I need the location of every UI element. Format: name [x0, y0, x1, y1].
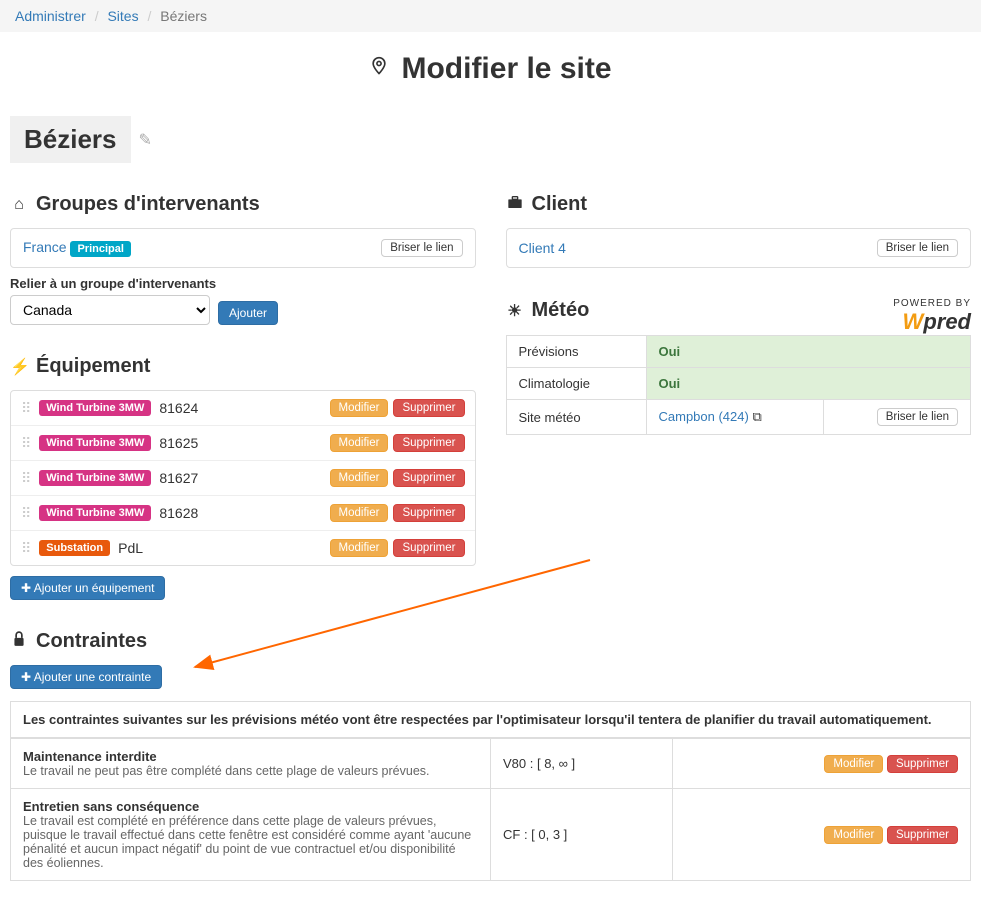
- client-title: Client: [532, 193, 588, 216]
- meteo-climate-label: Climatologie: [506, 368, 646, 400]
- constraint-desc: Le travail ne peut pas être complété dan…: [23, 764, 478, 778]
- plus-icon: ✚: [21, 670, 34, 684]
- groups-title: Groupes d'intervenants: [36, 193, 260, 216]
- add-constraint-button[interactable]: ✚ Ajouter une contrainte: [10, 665, 162, 689]
- page-title-text: Modifier le site: [401, 52, 611, 86]
- constraint-range: V80 : [ 8, ∞ ]: [491, 739, 673, 789]
- group-link[interactable]: France: [23, 239, 67, 255]
- site-name: Béziers: [10, 116, 131, 163]
- breadcrumb-admin[interactable]: Administrer: [15, 8, 86, 24]
- equipment-modify-button[interactable]: Modifier: [330, 539, 389, 557]
- equipment-row: ⠿ Wind Turbine 3MW 81627 ModifierSupprimer: [11, 461, 475, 496]
- equipment-type-badge: Substation: [39, 540, 110, 556]
- sun-icon: ☀: [506, 301, 524, 321]
- constraint-row: Entretien sans conséquenceLe travail est…: [11, 789, 971, 881]
- constraint-name: Maintenance interdite: [23, 749, 478, 764]
- equipment-code: 81627: [159, 470, 198, 486]
- meteo-site-label: Site météo: [506, 400, 646, 435]
- map-pin-icon: [369, 55, 389, 83]
- groups-section: ⌂ Groupes d'intervenants France Principa…: [10, 193, 476, 325]
- client-item: Client 4 Briser le lien: [506, 228, 972, 268]
- meteo-section: ☀ Météo POWERED BY Wpred Prévisions Oui …: [506, 298, 972, 435]
- powered-by: POWERED BY Wpred: [893, 298, 971, 335]
- equipment-code: 81624: [159, 400, 198, 416]
- group-add-button[interactable]: Ajouter: [218, 301, 278, 325]
- drag-handle-icon[interactable]: ⠿: [21, 505, 31, 522]
- drag-handle-icon[interactable]: ⠿: [21, 435, 31, 452]
- add-equipment-button[interactable]: ✚ Ajouter un équipement: [10, 576, 165, 600]
- external-link-icon: ⧉: [752, 409, 761, 424]
- equipment-row: ⠿ Substation PdL ModifierSupprimer: [11, 531, 475, 565]
- equipment-type-badge: Wind Turbine 3MW: [39, 470, 151, 486]
- constraints-description: Les contraintes suivantes sur les prévis…: [10, 701, 971, 738]
- meteo-forecast-label: Prévisions: [506, 336, 646, 368]
- equipment-type-badge: Wind Turbine 3MW: [39, 435, 151, 451]
- group-item: France Principal Briser le lien: [10, 228, 476, 268]
- meteo-unlink-button[interactable]: Briser le lien: [877, 408, 958, 426]
- constraint-desc: Le travail est complété en préférence da…: [23, 814, 478, 870]
- drag-handle-icon[interactable]: ⠿: [21, 540, 31, 557]
- group-select[interactable]: Canada: [10, 295, 210, 325]
- plus-icon: ✚: [21, 581, 34, 595]
- group-link-label: Relier à un groupe d'intervenants: [10, 276, 476, 291]
- meteo-climate-value: Oui: [646, 368, 971, 400]
- equipment-delete-button[interactable]: Supprimer: [393, 539, 464, 557]
- equipment-section: ⚡ Équipement ⠿ Wind Turbine 3MW 81624 Modif…: [10, 355, 476, 600]
- constraint-modify-button[interactable]: Modifier: [824, 826, 883, 844]
- meteo-site-link[interactable]: Campbon (424): [659, 409, 749, 424]
- client-link[interactable]: Client 4: [519, 240, 566, 256]
- equipment-delete-button[interactable]: Supprimer: [393, 399, 464, 417]
- equipment-code: 81628: [159, 505, 198, 521]
- equipment-delete-button[interactable]: Supprimer: [393, 469, 464, 487]
- constraints-title: Contraintes: [36, 630, 147, 653]
- constraint-delete-button[interactable]: Supprimer: [887, 755, 958, 773]
- drag-handle-icon[interactable]: ⠿: [21, 400, 31, 417]
- equipment-title: Équipement: [36, 355, 150, 378]
- client-section: Client Client 4 Briser le lien: [506, 193, 972, 268]
- constraint-range: CF : [ 0, 3 ]: [491, 789, 673, 881]
- equipment-row: ⠿ Wind Turbine 3MW 81624 ModifierSupprimer: [11, 391, 475, 426]
- equipment-modify-button[interactable]: Modifier: [330, 399, 389, 417]
- constraint-delete-button[interactable]: Supprimer: [887, 826, 958, 844]
- equipment-row: ⠿ Wind Turbine 3MW 81628 ModifierSupprimer: [11, 496, 475, 531]
- equipment-row: ⠿ Wind Turbine 3MW 81625 ModifierSupprimer: [11, 426, 475, 461]
- briefcase-icon: [506, 195, 524, 214]
- bolt-icon: ⚡: [10, 357, 28, 377]
- meteo-forecast-value: Oui: [646, 336, 971, 368]
- constraint-modify-button[interactable]: Modifier: [824, 755, 883, 773]
- edit-icon[interactable]: ✎: [139, 130, 152, 150]
- page-title: Modifier le site: [0, 52, 981, 86]
- group-badge: Principal: [70, 241, 130, 257]
- drag-handle-icon[interactable]: ⠿: [21, 470, 31, 487]
- equipment-code: 81625: [159, 435, 198, 451]
- group-unlink-button[interactable]: Briser le lien: [381, 239, 462, 257]
- equipment-delete-button[interactable]: Supprimer: [393, 504, 464, 522]
- breadcrumb-sites[interactable]: Sites: [107, 8, 138, 24]
- lock-icon: [10, 631, 28, 652]
- client-unlink-button[interactable]: Briser le lien: [877, 239, 958, 257]
- equipment-modify-button[interactable]: Modifier: [330, 504, 389, 522]
- breadcrumb-sep: /: [147, 8, 151, 24]
- meteo-title: Météo: [532, 299, 590, 322]
- equipment-modify-button[interactable]: Modifier: [330, 469, 389, 487]
- constraint-name: Entretien sans conséquence: [23, 799, 478, 814]
- equipment-code: PdL: [118, 540, 143, 556]
- breadcrumb: Administrer / Sites / Béziers: [0, 0, 981, 32]
- equipment-delete-button[interactable]: Supprimer: [393, 434, 464, 452]
- constraint-row: Maintenance interditeLe travail ne peut …: [11, 739, 971, 789]
- equipment-type-badge: Wind Turbine 3MW: [39, 400, 151, 416]
- constraints-section: Contraintes ✚ Ajouter une contrainte Les…: [0, 630, 981, 881]
- breadcrumb-sep: /: [95, 8, 99, 24]
- home-icon: ⌂: [10, 196, 28, 214]
- equipment-type-badge: Wind Turbine 3MW: [39, 505, 151, 521]
- breadcrumb-current: Béziers: [160, 8, 207, 24]
- equipment-modify-button[interactable]: Modifier: [330, 434, 389, 452]
